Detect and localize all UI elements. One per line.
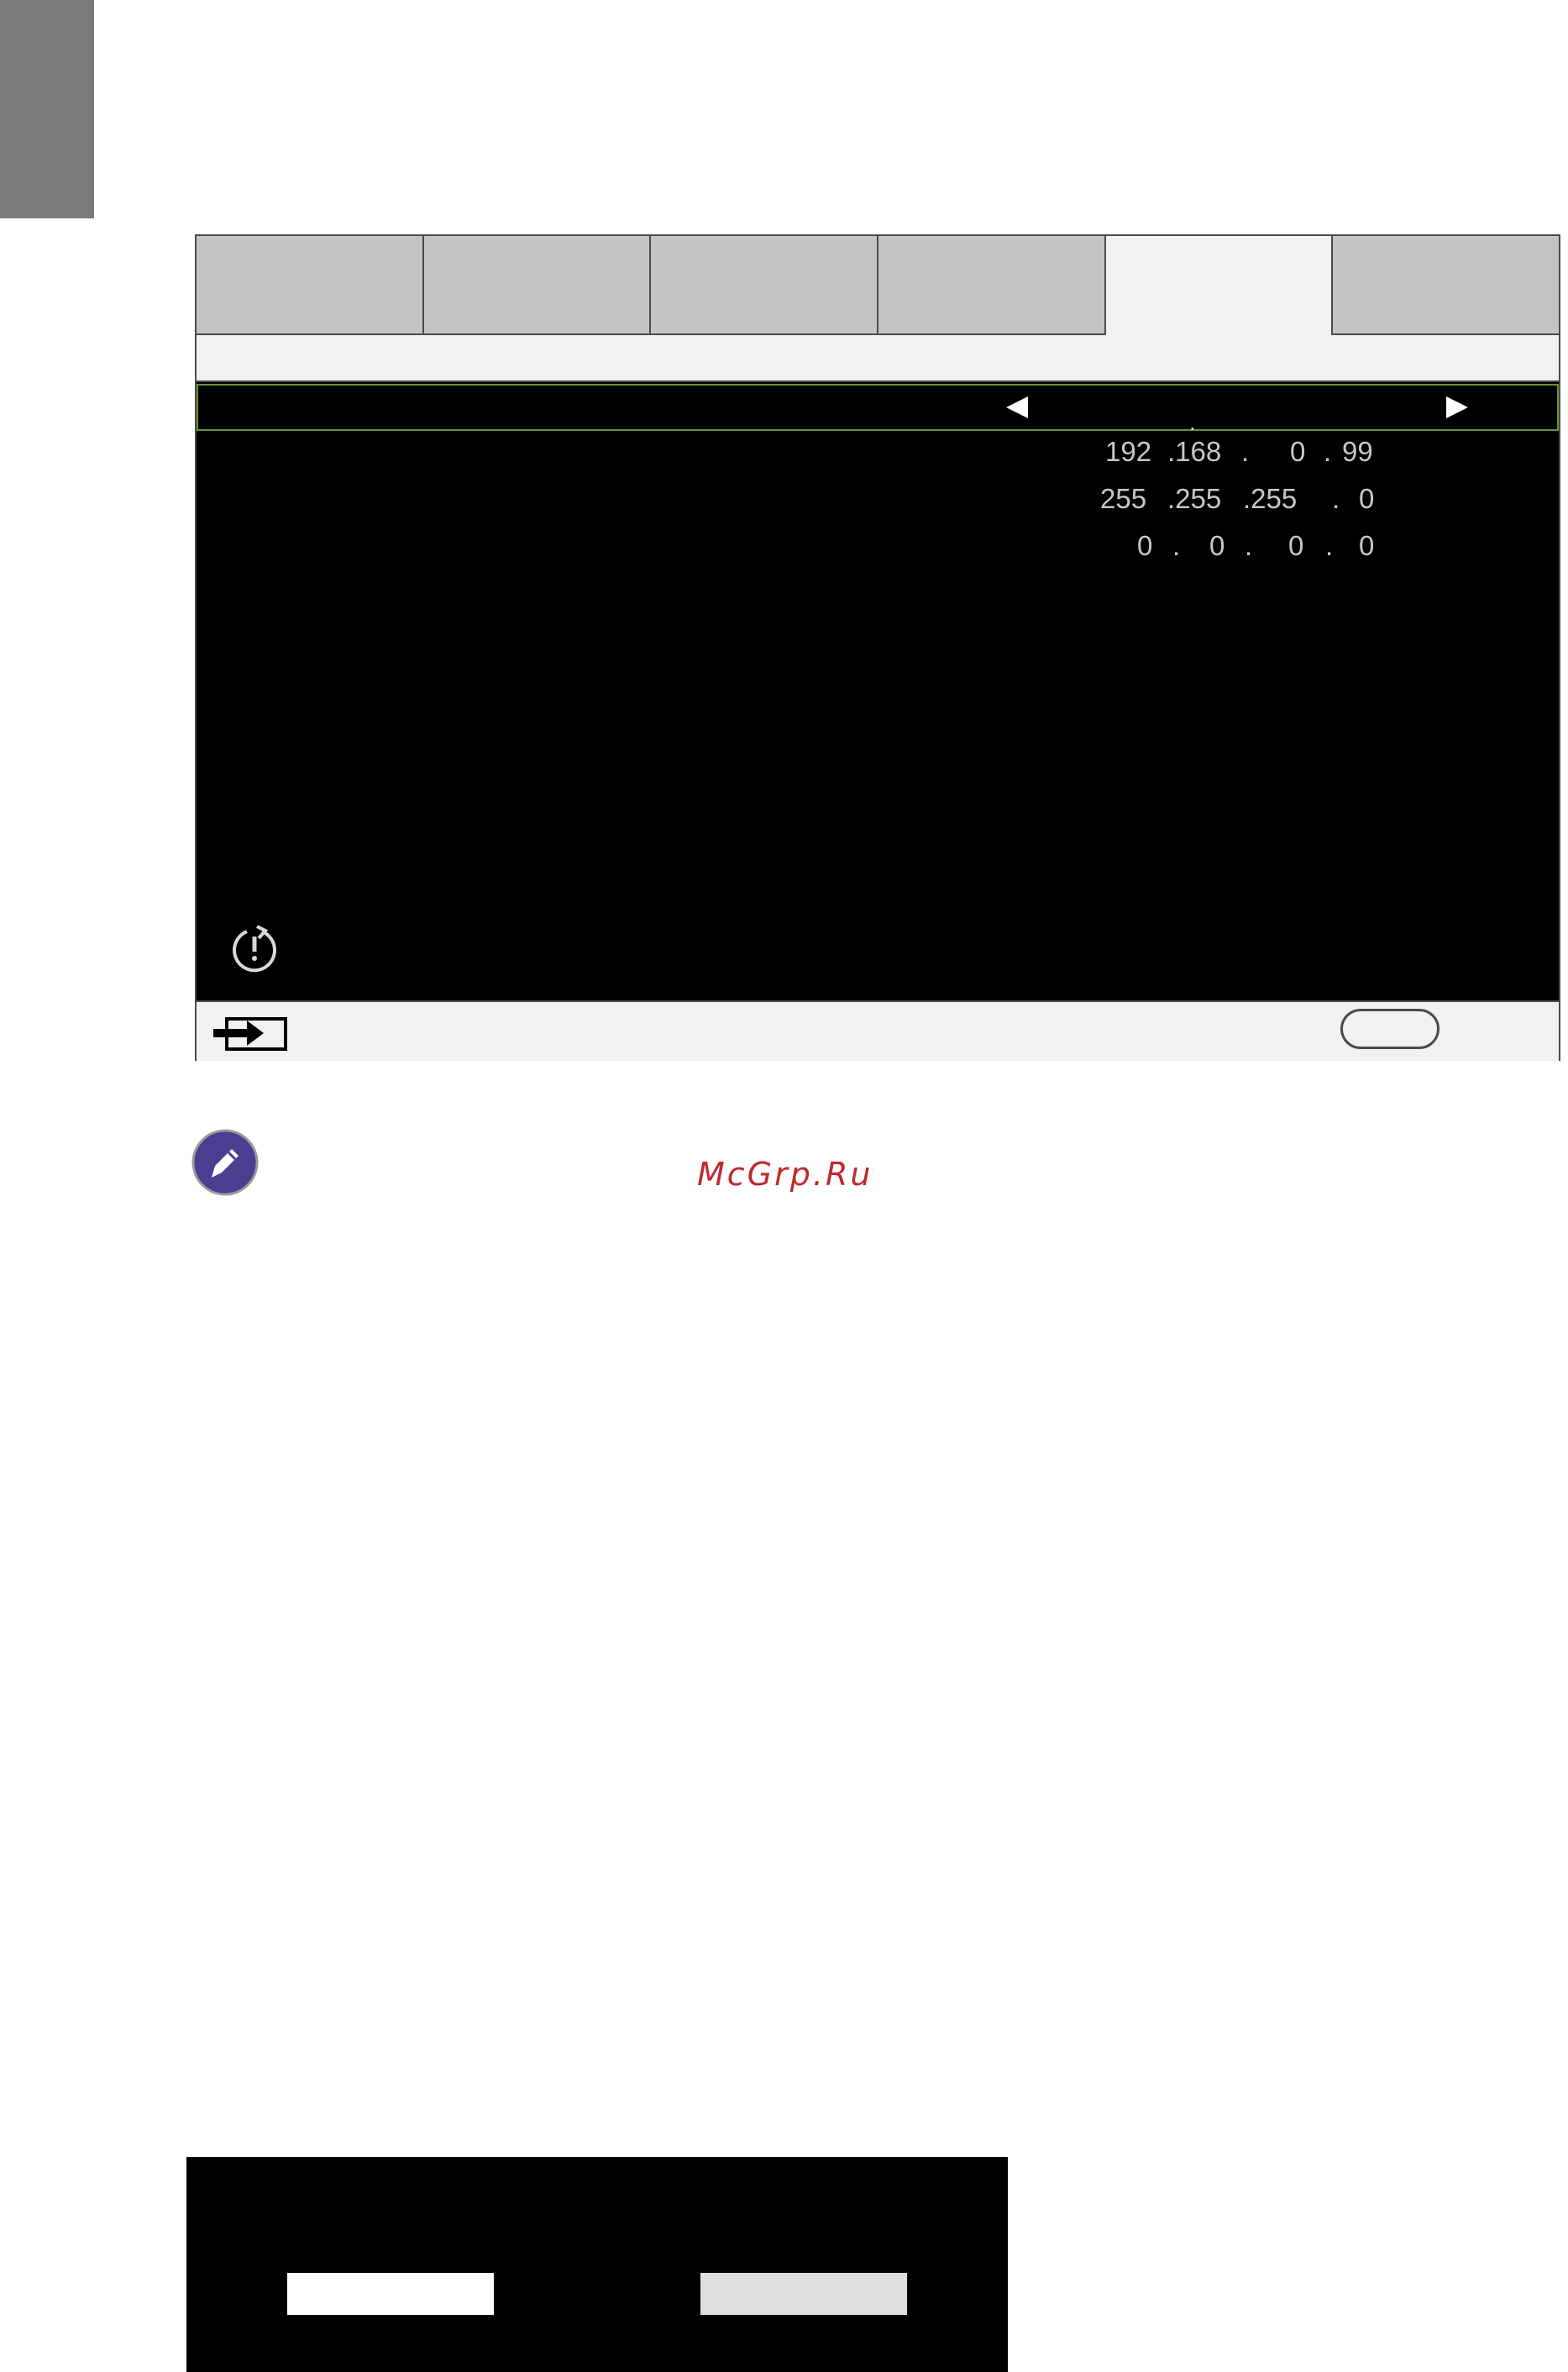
osd-tab-2[interactable] (423, 236, 652, 335)
osd-tab-bar (197, 236, 1560, 335)
osd-tab-3[interactable] (651, 236, 879, 335)
pencil-note-icon (191, 1129, 259, 1196)
right-arrow-icon[interactable] (1446, 396, 1468, 418)
osd-submenu-title-bar (197, 335, 1559, 382)
chapter-side-tab (0, 0, 94, 218)
watermark-text: McGrp.Ru (697, 1156, 873, 1193)
ip-address-octet-3: 0 (1290, 436, 1306, 467)
dialog-no-button[interactable] (700, 2273, 907, 2315)
ip-address-row[interactable]: 192 .168 . 0 . 99 (197, 431, 1559, 478)
ip-address-octet-1: 192 (1105, 436, 1152, 467)
subnet-mask-dot: . (1332, 483, 1340, 514)
osd-tab-4[interactable] (878, 236, 1106, 335)
gateway-octet-4: 0 (1359, 530, 1375, 561)
osd-tab-1[interactable] (197, 236, 424, 335)
selected-setting-row[interactable]: . (197, 384, 1559, 435)
gateway-octet-3: 0 (1288, 530, 1304, 561)
subnet-mask-octet-2: .255 (1167, 483, 1222, 514)
default-gateway-row[interactable]: 0 . 0 . 0 . 0 (197, 525, 1559, 572)
osd-footer-bar (197, 1000, 1559, 1061)
subnet-mask-row[interactable]: 255 .255 .255 . 0 (197, 478, 1559, 525)
gateway-dot: . (1172, 530, 1181, 561)
dialog-yes-button[interactable] (287, 2273, 494, 2315)
gateway-dot: . (1245, 530, 1253, 561)
gateway-octet-1: 0 (1137, 530, 1153, 561)
osd-menu: . 192 .168 . 0 . 99 255 .255 .255 . 0 0 … (195, 234, 1560, 1061)
footer-pill-button[interactable] (1340, 1009, 1440, 1049)
gateway-octet-2: 0 (1209, 530, 1225, 561)
ip-address-dot: . (1324, 436, 1332, 467)
osd-tab-5-active[interactable] (1105, 236, 1334, 335)
subnet-mask-octet-1: 255 (1100, 483, 1147, 514)
power-icon[interactable] (228, 921, 281, 973)
osd-tab-6[interactable] (1333, 236, 1560, 335)
left-arrow-icon[interactable] (1006, 396, 1028, 418)
source-input-icon[interactable] (213, 1015, 289, 1052)
ip-address-dot: . (1241, 436, 1250, 467)
subnet-mask-octet-4: 0 (1359, 483, 1375, 514)
gateway-dot: . (1325, 530, 1334, 561)
ip-address-octet-2: .168 (1167, 436, 1222, 467)
subnet-mask-octet-3: .255 (1243, 483, 1298, 514)
ip-address-octet-4: 99 (1342, 436, 1373, 467)
confirmation-dialog (186, 2157, 1008, 2372)
